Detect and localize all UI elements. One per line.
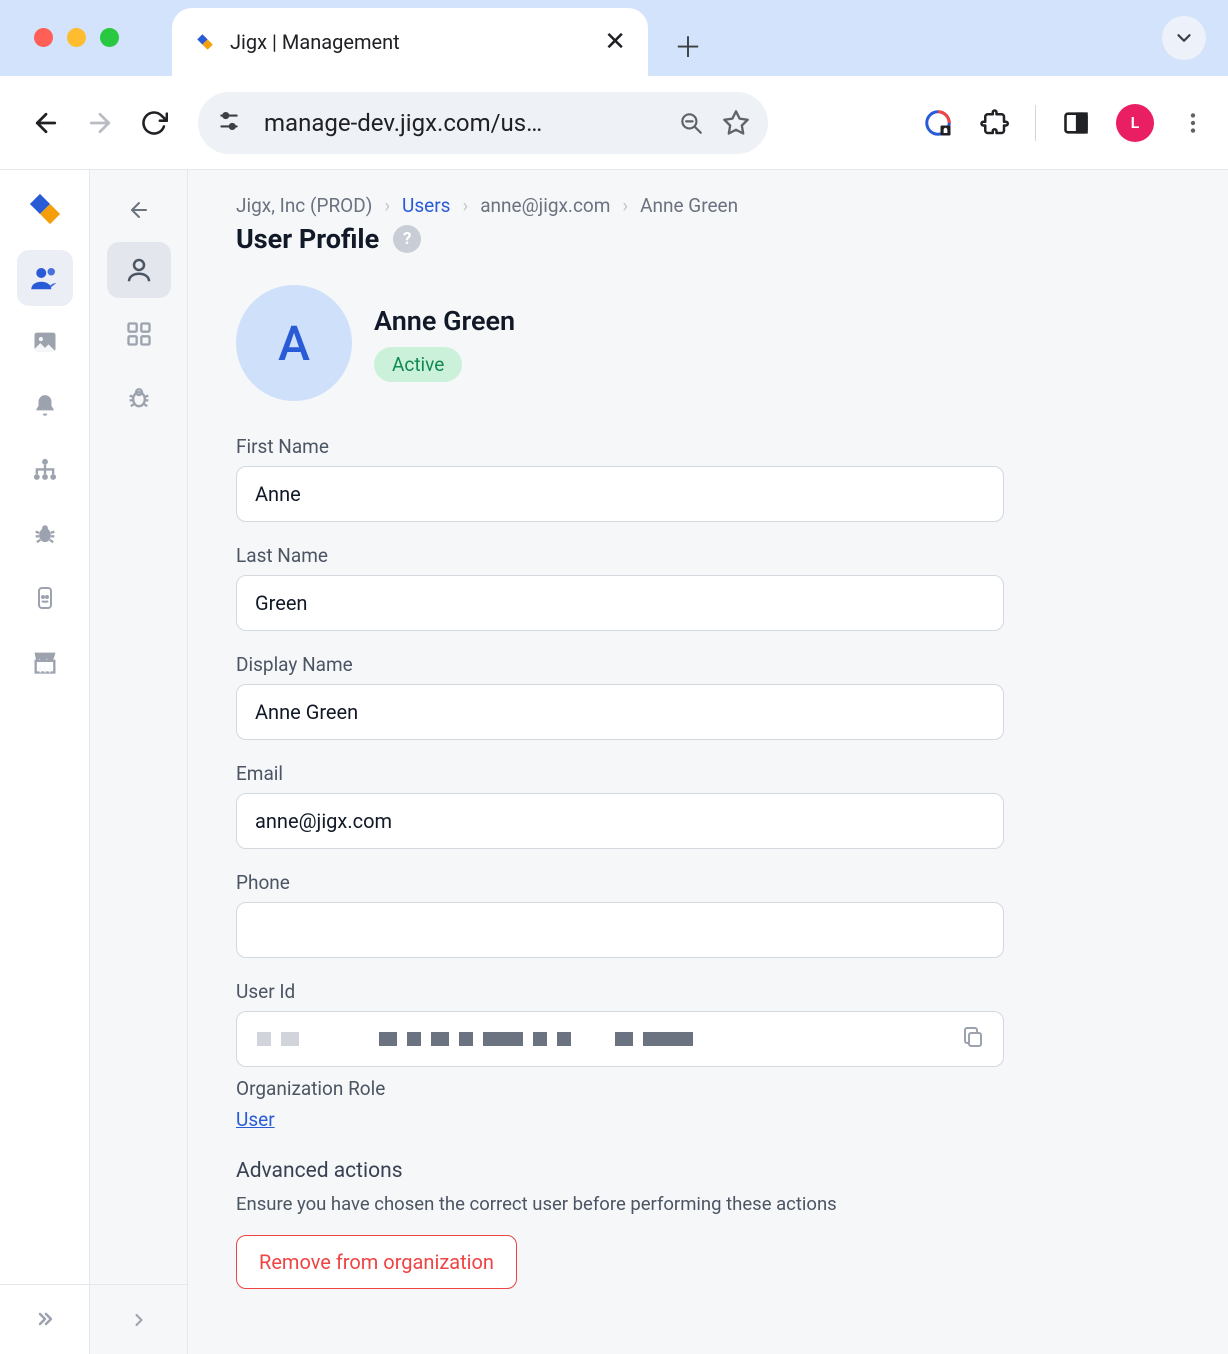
nav-forward-button[interactable] <box>76 99 124 147</box>
window-zoom[interactable] <box>100 28 119 47</box>
email-label: Email <box>236 762 1180 785</box>
window-minimize[interactable] <box>67 28 86 47</box>
breadcrumb: Jigx, Inc (PROD) › Users › anne@jigx.com… <box>236 194 1180 217</box>
user-avatar: A <box>236 285 352 401</box>
browser-tab-strip: Jigx | Management ✕ ＋ <box>0 0 1228 76</box>
display-name-input[interactable] <box>236 684 1004 740</box>
profile-avatar[interactable]: L <box>1116 104 1154 142</box>
browser-menu-icon[interactable] <box>1180 110 1206 136</box>
window-controls <box>34 28 119 47</box>
phone-label: Phone <box>236 871 1180 894</box>
extension-icon-1[interactable] <box>923 108 953 138</box>
chevron-right-icon: › <box>622 194 628 217</box>
profile-name: Anne Green <box>374 305 515 337</box>
app-logo[interactable] <box>26 190 64 228</box>
org-role-link[interactable]: User <box>236 1108 275 1131</box>
toolbar-divider <box>1035 105 1036 141</box>
tab-close-icon[interactable]: ✕ <box>604 27 626 57</box>
rail-item-media[interactable] <box>17 314 73 370</box>
advanced-actions-title: Advanced actions <box>236 1159 1180 1183</box>
rail-expand-button[interactable] <box>0 1284 89 1354</box>
breadcrumb-users[interactable]: Users <box>402 194 450 217</box>
side-panel-icon[interactable] <box>1062 109 1090 137</box>
subnav-back-button[interactable] <box>111 190 167 230</box>
url-text: manage-dev.jigx.com/us… <box>264 109 660 137</box>
browser-toolbar: manage-dev.jigx.com/us… L <box>0 76 1228 170</box>
rail-item-hierarchy[interactable] <box>17 442 73 498</box>
content-area: Jigx, Inc (PROD) › Users › anne@jigx.com… <box>188 170 1228 1354</box>
secondary-nav <box>90 170 188 1354</box>
tab-search-button[interactable] <box>1162 16 1206 60</box>
site-settings-icon[interactable] <box>216 108 246 138</box>
chevron-right-icon: › <box>384 194 390 217</box>
breadcrumb-org[interactable]: Jigx, Inc (PROD) <box>236 194 372 217</box>
page-title: User Profile <box>236 223 379 255</box>
rail-item-notifications[interactable] <box>17 378 73 434</box>
primary-nav-rail <box>0 170 90 1354</box>
last-name-label: Last Name <box>236 544 1180 567</box>
app-root: Jigx, Inc (PROD) › Users › anne@jigx.com… <box>0 170 1228 1354</box>
first-name-input[interactable] <box>236 466 1004 522</box>
subnav-item-apps[interactable] <box>107 306 171 362</box>
nav-back-button[interactable] <box>22 99 70 147</box>
org-role-label: Organization Role <box>236 1077 1180 1100</box>
rail-item-device[interactable] <box>17 570 73 626</box>
subnav-item-profile[interactable] <box>107 242 171 298</box>
window-close[interactable] <box>34 28 53 47</box>
advanced-actions-note: Ensure you have chosen the correct user … <box>236 1193 1180 1215</box>
subnav-expand-button[interactable] <box>90 1284 187 1354</box>
address-bar[interactable]: manage-dev.jigx.com/us… <box>198 92 768 154</box>
display-name-label: Display Name <box>236 653 1180 676</box>
first-name-label: First Name <box>236 435 1180 458</box>
status-badge: Active <box>374 347 462 382</box>
remove-from-org-button[interactable]: Remove from organization <box>236 1235 517 1289</box>
breadcrumb-name: Anne Green <box>640 194 738 217</box>
tab-title: Jigx | Management <box>230 30 590 54</box>
user-id-field <box>236 1011 1004 1067</box>
breadcrumb-email[interactable]: anne@jigx.com <box>480 194 610 217</box>
zoom-icon[interactable] <box>678 110 704 136</box>
copy-icon[interactable] <box>961 1025 989 1053</box>
user-id-redacted <box>251 1031 949 1047</box>
new-tab-button[interactable]: ＋ <box>674 26 702 66</box>
help-icon[interactable]: ? <box>393 225 421 253</box>
rail-item-store[interactable] <box>17 634 73 690</box>
last-name-input[interactable] <box>236 575 1004 631</box>
rail-item-debug[interactable] <box>17 506 73 562</box>
nav-reload-button[interactable] <box>130 99 178 147</box>
profile-header: A Anne Green Active <box>236 285 1180 401</box>
bookmark-star-icon[interactable] <box>722 109 750 137</box>
user-id-label: User Id <box>236 980 1180 1003</box>
extensions-puzzle-icon[interactable] <box>979 108 1009 138</box>
email-input[interactable] <box>236 793 1004 849</box>
chevron-right-icon: › <box>463 194 469 217</box>
subnav-item-bugs[interactable] <box>107 370 171 426</box>
rail-item-users[interactable] <box>17 250 73 306</box>
browser-tab[interactable]: Jigx | Management ✕ <box>172 8 648 76</box>
phone-input[interactable] <box>236 902 1004 958</box>
tab-favicon <box>194 31 216 53</box>
